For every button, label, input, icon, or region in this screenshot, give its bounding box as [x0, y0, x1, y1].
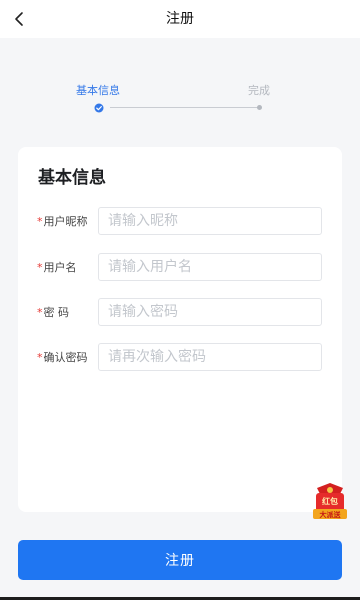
password-input[interactable] [98, 298, 322, 326]
register-button[interactable]: 注册 [18, 540, 342, 580]
red-envelope-promo[interactable]: 红包 大派送 [310, 482, 350, 522]
step-progress-line [110, 107, 258, 108]
required-mark: * [37, 351, 43, 364]
confirm-password-row: *确认密码 [18, 343, 342, 373]
confirm-password-input[interactable] [98, 343, 322, 371]
password-row: *密 码 [18, 298, 342, 328]
promo-line2: 大派送 [320, 510, 342, 519]
register-page: 注册 基本信息 完成 基本信息 *用户昵称 *用户名 *密 码 *确认密码 [0, 0, 360, 600]
password-label: *密 码 [37, 306, 69, 319]
required-mark: * [37, 215, 43, 228]
step-end-dot [257, 105, 262, 110]
card-title: 基本信息 [38, 168, 106, 188]
username-row: *用户名 [18, 253, 342, 283]
confirm-password-label: *确认密码 [37, 351, 88, 364]
required-mark: * [37, 306, 43, 319]
page-title: 注册 [166, 11, 194, 27]
nickname-input[interactable] [98, 207, 322, 235]
nickname-label: *用户昵称 [37, 215, 88, 228]
nickname-row: *用户昵称 [18, 207, 342, 237]
chevron-left-icon [15, 12, 23, 26]
required-mark: * [37, 261, 43, 274]
step-check-icon [94, 103, 104, 113]
promo-line1: 红包 [322, 496, 338, 506]
back-button[interactable] [6, 5, 34, 33]
step-done-label: 完成 [248, 84, 270, 97]
username-label: *用户名 [37, 261, 77, 274]
username-input[interactable] [98, 253, 322, 281]
basic-info-card: 基本信息 *用户昵称 *用户名 *密 码 *确认密码 [18, 147, 342, 512]
step-basic-info-label: 基本信息 [76, 84, 120, 97]
red-envelope-icon: 红包 大派送 [313, 483, 347, 519]
top-nav-bar: 注册 [0, 0, 360, 38]
